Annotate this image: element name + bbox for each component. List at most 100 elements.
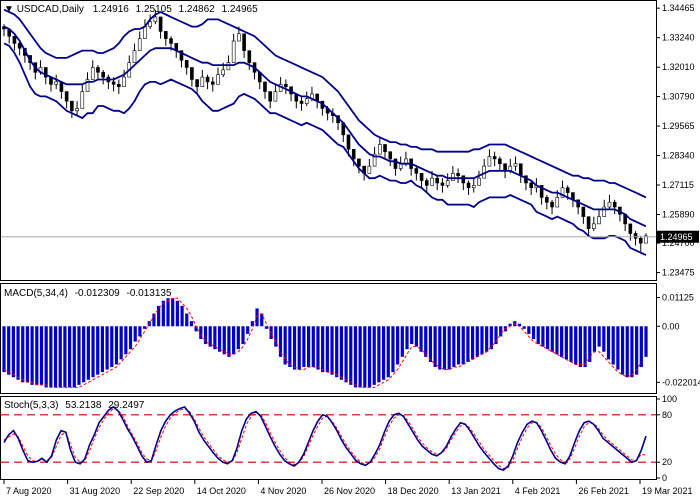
candle-body — [424, 180, 429, 186]
date-tick-label: 26 Feb 2021 — [578, 486, 629, 496]
macd-bar — [414, 326, 418, 347]
macd-bar — [419, 326, 423, 352]
candle-body — [383, 144, 387, 152]
price-tick-label: 1.33240 — [662, 33, 695, 43]
candle-body — [190, 67, 194, 80]
macd-bar — [405, 326, 409, 350]
candle-body — [492, 156, 497, 160]
candle-body — [351, 148, 356, 160]
macd-bar — [611, 326, 615, 365]
macd-bar — [377, 326, 381, 383]
candle-body — [440, 182, 445, 186]
candle-body — [378, 144, 382, 155]
macd-bar — [232, 326, 236, 355]
macd-bar — [39, 326, 44, 385]
macd-bar — [456, 326, 461, 365]
stoch-tick-label: 80 — [662, 410, 672, 420]
macd-bar — [241, 326, 245, 345]
candle-body — [263, 81, 267, 92]
macd-tick-label: -0.022014 — [662, 377, 700, 387]
candle-body — [205, 76, 210, 83]
macd-bar — [564, 326, 568, 360]
candle-body — [132, 50, 137, 63]
candle-body — [242, 33, 246, 51]
macd-bar — [2, 326, 6, 373]
macd-bar — [616, 326, 620, 370]
candle-body — [555, 197, 560, 208]
candle-body — [247, 50, 252, 63]
macd-bar — [588, 326, 592, 362]
macd-bar — [578, 326, 582, 368]
candle-body — [445, 180, 450, 186]
candle-body — [158, 16, 163, 32]
macd-bar — [635, 326, 639, 375]
macd-bar — [428, 326, 433, 362]
candle-body — [513, 163, 518, 167]
macd-bar — [199, 326, 203, 339]
date-tick-label: 18 Dec 2020 — [388, 486, 439, 496]
macd-bar — [545, 326, 550, 350]
candle-body — [148, 21, 152, 27]
candle-body — [586, 216, 591, 229]
macd-bar — [349, 326, 353, 385]
candle-body — [565, 187, 570, 193]
macd-bar — [175, 300, 179, 327]
macd-bar — [433, 326, 437, 368]
candle-body — [268, 91, 272, 102]
macd-bar — [142, 326, 147, 329]
macd-bar — [171, 298, 175, 327]
macd-bar — [321, 326, 325, 373]
macd-bar — [639, 326, 643, 368]
candle-body — [273, 91, 278, 102]
macd-bar — [105, 326, 109, 370]
macd-bar — [480, 326, 484, 355]
candle-body — [200, 76, 205, 88]
symbol-icon: ▼ — [4, 4, 17, 15]
macd-bar — [330, 326, 334, 375]
open-value: 1.24916 — [93, 4, 130, 15]
macd-tick-label: 0.01125 — [662, 293, 694, 303]
candle-body — [195, 79, 199, 88]
candle-body — [169, 38, 173, 44]
macd-bar — [531, 326, 536, 339]
candle-body — [503, 163, 507, 172]
forex-chart: 1.34465 1.33240 1.32010 1.30790 1.29565 1.283… — [0, 0, 700, 496]
candle-body — [101, 71, 105, 78]
macd-bar — [475, 326, 479, 357]
candle-body — [137, 38, 142, 51]
macd-bar — [72, 326, 76, 388]
macd-bar — [288, 326, 292, 368]
price-tick-label: 1.27115 — [662, 180, 694, 190]
macd-bar — [58, 326, 62, 388]
candle-body — [90, 67, 95, 80]
macd-bar — [161, 300, 165, 327]
macd-bar — [110, 326, 114, 368]
macd-bar — [372, 326, 376, 385]
candle-body — [393, 158, 398, 169]
macd-bar — [471, 326, 475, 360]
macd-bar — [222, 326, 226, 355]
candle-body — [545, 197, 549, 203]
date-tick-label: 19 Mar 2021 — [642, 486, 693, 496]
stoch-axis: 100 80 20 0 — [656, 394, 677, 483]
stoch-label: Stoch(5,3,3) — [4, 400, 58, 411]
macd-bar — [44, 326, 48, 388]
candle-body — [607, 201, 612, 208]
macd-bar — [77, 326, 81, 385]
candle-body — [581, 206, 586, 217]
macd-bar — [63, 326, 67, 388]
date-axis: 7 Aug 2020 31 Aug 2020 22 Sep 2020 14 Oct 2… — [3, 480, 693, 496]
macd-bar — [485, 326, 489, 352]
macd-bar — [396, 326, 400, 365]
macd-bar — [592, 326, 597, 352]
macd-bar — [124, 326, 128, 355]
macd-bar — [53, 326, 58, 388]
macd-bar — [166, 298, 170, 327]
macd-header: MACD(5,34,4) -0.012309 -0.013135 — [4, 288, 172, 299]
date-tick-label: 22 Sep 2020 — [133, 486, 184, 496]
macd-bar — [466, 326, 470, 362]
stoch-tick-label: 20 — [662, 457, 672, 467]
macd-bar — [536, 326, 540, 345]
macd-bar — [550, 326, 554, 352]
macd-bar — [363, 326, 367, 388]
